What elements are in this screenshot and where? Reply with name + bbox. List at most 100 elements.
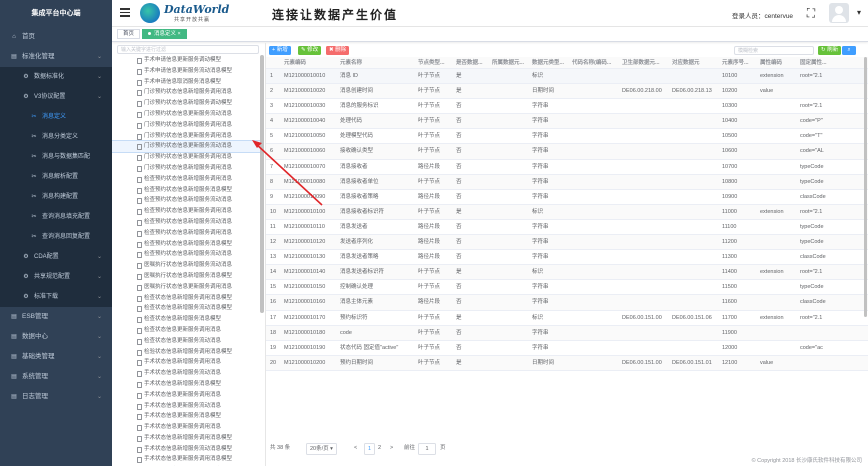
add-button[interactable]: + 新增	[269, 46, 291, 55]
tag-home[interactable]: 首页	[117, 29, 141, 39]
table-row[interactable]: 17 M121000010170 预约标识符 叶子节点 是 标识 DE06.00.151.0…	[266, 311, 868, 326]
sidebar-item[interactable]: ✂ 消息与数据集匹配	[0, 147, 112, 167]
sidebar-item[interactable]: ▤ 基础类管理 ⌄	[0, 347, 112, 367]
tree-node[interactable]: 门诊预约状态信息新增服务调动模型	[112, 98, 260, 109]
chevron-down-icon[interactable]: ▾	[852, 6, 866, 20]
edit-button[interactable]: ✎ 修改	[298, 46, 322, 55]
sidebar-item[interactable]: ⚙ 数据标准化 ⌄	[0, 67, 112, 87]
search-input[interactable]: 模糊检索	[734, 46, 814, 55]
tree-node[interactable]: 门诊预约状态信息更新服务调用消息	[112, 152, 260, 163]
sidebar-item[interactable]: ⌂ 首页	[0, 27, 112, 47]
tree-node[interactable]: 检查状态信息新增服务消息模型	[112, 314, 260, 325]
tree-node[interactable]: 检查预约状态信息新增服务消息模型	[112, 239, 260, 250]
sidebar-item[interactable]: ✂ 消息构建配置	[0, 187, 112, 207]
tree-node[interactable]: 检查预约状态信息新增服务调用消息	[112, 174, 260, 185]
table-row[interactable]: 6 M121000010060 接收确认类型 叶子节点 否 字符串 10600 code="A…	[266, 144, 868, 160]
table-row[interactable]: 8 M121000010080 消息接收者单位 叶子节点 否 字符串 10800 typeCo…	[266, 174, 868, 190]
sidebar-item[interactable]: ▤ ESB管理 ⌄	[0, 307, 112, 327]
tree-node[interactable]: 手术状态信息更新服务流动消息	[112, 401, 260, 412]
tree-node[interactable]: 手术状态信息更新服务调用消息	[112, 422, 260, 433]
tree-node[interactable]: 检查状态信息更新服务流动消息	[112, 336, 260, 347]
table-row[interactable]: 11 M121000010110 消息发送者 路径片段 否 字符串 11100 typeCod…	[266, 220, 868, 236]
table-row[interactable]: 5 M121000010050 处理模型代码 叶子节点 否 字符串 10500 code="T…	[266, 129, 868, 145]
next-page-button[interactable]: >	[390, 443, 393, 453]
tree-node[interactable]: 门诊预约状态信息更新服务流动消息	[112, 109, 260, 120]
tree-node[interactable]: 检查预约状态信息新增服务流动消息	[112, 195, 260, 206]
sidebar-item[interactable]: ▤ 系统管理 ⌄	[0, 367, 112, 387]
tree-node[interactable]: 检查预约状态信息新增服务调用消息	[112, 228, 260, 239]
tree-node[interactable]: 手术状态信息新增服务流动消息	[112, 368, 260, 379]
table-row[interactable]: 10 M121000010100 消息接收者标识符 叶子节点 是 标识 11000 exten…	[266, 204, 868, 220]
tree-node[interactable]: 手术状态信息更新服务调用消息模型	[112, 454, 260, 465]
table-scrollbar[interactable]	[864, 57, 867, 317]
table-row[interactable]: 7 M121000010070 消息接收者 路径片段 否 字符串 10700 typeCode	[266, 160, 868, 175]
refresh-button[interactable]: ↻ 刷新	[818, 46, 842, 55]
sidebar-item[interactable]: ⚙ 标准下载 ⌄	[0, 287, 112, 307]
table-row[interactable]: 20 M121000010200 预约日期时间 叶子节点 是 日期时间 DE06.00.15…	[266, 355, 868, 371]
sidebar-item[interactable]: ✂ 查询消息填充配置	[0, 207, 112, 227]
hamburger-icon[interactable]	[120, 8, 130, 17]
tree-node[interactable]: 手术申请信息更新服务调动模型	[112, 55, 260, 66]
prev-page-button[interactable]: <	[354, 443, 357, 453]
sidebar-item[interactable]: ✂ 消息解析配置	[0, 167, 112, 187]
tree-node[interactable]: 检验状态信息新增服务调用消息模型	[112, 347, 260, 358]
tree-scrollbar[interactable]	[260, 55, 264, 313]
tree-node[interactable]: 手术状态信息更新服务调用消息	[112, 390, 260, 401]
table-row[interactable]: 4 M121000010040 处理代码 叶子节点 否 字符串 10400 code="P"	[266, 114, 868, 130]
tree-node[interactable]: 检查状态信息新增服务流动消息模型	[112, 303, 260, 314]
tree-node[interactable]: 门诊预约状态信息新增服务调用消息	[112, 120, 260, 131]
sidebar-item[interactable]: ✂ 查询消息回复配置	[0, 227, 112, 247]
table-row[interactable]: 3 M121000010030 消息的服务标识 叶子节点 否 字符串 10300 root="…	[266, 99, 868, 115]
table-row[interactable]: 19 M121000010190 状态代码 固定值"active" 叶子节点 否 字符串 1…	[266, 341, 868, 356]
tree-node[interactable]: 手术状态信息更新服务消息模型	[112, 411, 260, 422]
table-row[interactable]: 18 M121000010180 code 叶子节点 否 字符串 11900	[266, 325, 868, 341]
tree-node[interactable]: 检查状态信息更新服务调用消息	[112, 325, 260, 336]
tag-active[interactable]: 消息定义 ×	[142, 29, 187, 39]
tree-node[interactable]: 手术状态信息新增服务消息模型	[112, 379, 260, 390]
page-1-button[interactable]: 1	[364, 443, 376, 455]
tree-node[interactable]: 医嘱执行状态信息更新服务调用消息	[112, 282, 260, 293]
tree-node[interactable]: 门诊预约状态信息新增服务调用消息	[112, 163, 260, 174]
table-cell: 字符串	[532, 118, 549, 125]
sidebar-item[interactable]: ✂ 消息分类定义	[0, 127, 112, 147]
tree-node[interactable]: 医嘱执行状态信息新增服务流动消息	[112, 260, 260, 271]
table-row[interactable]: 12 M121000010120 发送者序列化 路径片段 否 字符串 11200 typeCo…	[266, 235, 868, 251]
sidebar-item[interactable]: ⚙ V3协议配置 ⌄	[0, 87, 112, 107]
tree-node[interactable]: 检查状态信息新增服务调用消息模型	[112, 293, 260, 304]
tree-node[interactable]: 手术申请信息取消服务消息模型	[112, 77, 260, 88]
page-2-button[interactable]: 2	[378, 443, 381, 453]
sidebar-item[interactable]: ▤ 标准化管理 ⌄	[0, 47, 112, 67]
table-row[interactable]: 9 M121000010090 消息接收者策略 路径片段 否 字符串 10900 classC…	[266, 190, 868, 205]
tree-node[interactable]: 医嘱执行状态信息新增服务消息模型	[112, 271, 260, 282]
tree-node[interactable]: 检查预约状态信息新增服务流动消息	[112, 217, 260, 228]
tree-node[interactable]: 检查预约状态信息更新服务调用消息	[112, 206, 260, 217]
tree-node[interactable]: 门诊预约状态信息更新服务调用消息	[112, 131, 260, 142]
search-button[interactable]: ⌕	[842, 46, 856, 55]
tree-node[interactable]: 手术状态信息新增服务流动消息模型	[112, 444, 260, 455]
close-icon[interactable]: ×	[178, 31, 181, 37]
avatar[interactable]	[829, 3, 849, 23]
sidebar-item[interactable]: ⚙ 共享规范配置 ⌄	[0, 267, 112, 287]
table-row[interactable]: 13 M121000010130 消息发送者策略 路径片段 否 字符串 11300 class…	[266, 250, 868, 266]
goto-input[interactable]: 1	[418, 443, 436, 455]
tree-node[interactable]: 检查预约状态信息新增服务消息模型	[112, 185, 260, 196]
tree-node[interactable]: 检查预约状态信息新增服务流动消息	[112, 249, 260, 260]
table-row[interactable]: 14 M121000010140 消息发送者标识符 叶子节点 是 标识 11400 exten…	[266, 265, 868, 281]
tree-node[interactable]: 门诊预约状态信息新增服务调用消息	[112, 87, 260, 98]
delete-button[interactable]: ✖ 删除	[326, 46, 350, 55]
tree-node[interactable]: 门诊预约状态信息更新服务流动消息	[112, 140, 261, 154]
sidebar-item[interactable]: ✂ 消息定义	[0, 107, 112, 127]
sidebar-item[interactable]: ▤ 数据中心 ⌄	[0, 327, 112, 347]
tree-node[interactable]: 手术状态信息新增服务调用消息模型	[112, 433, 260, 444]
tree-node[interactable]: 手术申请信息更新服务流动消息模型	[112, 66, 260, 77]
table-row[interactable]: 15 M121000010150 控制确认处理 叶子节点 否 字符串 11500 typeCo…	[266, 280, 868, 296]
table-row[interactable]: 16 M121000010160 消息主体元素 路径片段 否 字符串 11600 classC…	[266, 295, 868, 311]
table-row[interactable]: 2 M121000010020 消息创建时间 叶子节点 是 日期时间 DE06.00.218…	[266, 84, 868, 100]
table-row[interactable]: 1 M121000010010 消息 ID 叶子节点 是 标识 10100 extension…	[266, 69, 868, 85]
tree-node[interactable]: 手术状态信息新增服务调用消息	[112, 357, 260, 368]
sidebar-item[interactable]: ⚙ CDA配置 ⌄	[0, 247, 112, 267]
fullscreen-icon[interactable]: ⛶	[804, 6, 818, 20]
sidebar-item[interactable]: ▤ 日志管理 ⌄	[0, 387, 112, 407]
page-size-select[interactable]: 20条/页 ▾	[306, 443, 337, 455]
tree-filter-input[interactable]: 输入关键字进行过滤	[117, 45, 259, 54]
